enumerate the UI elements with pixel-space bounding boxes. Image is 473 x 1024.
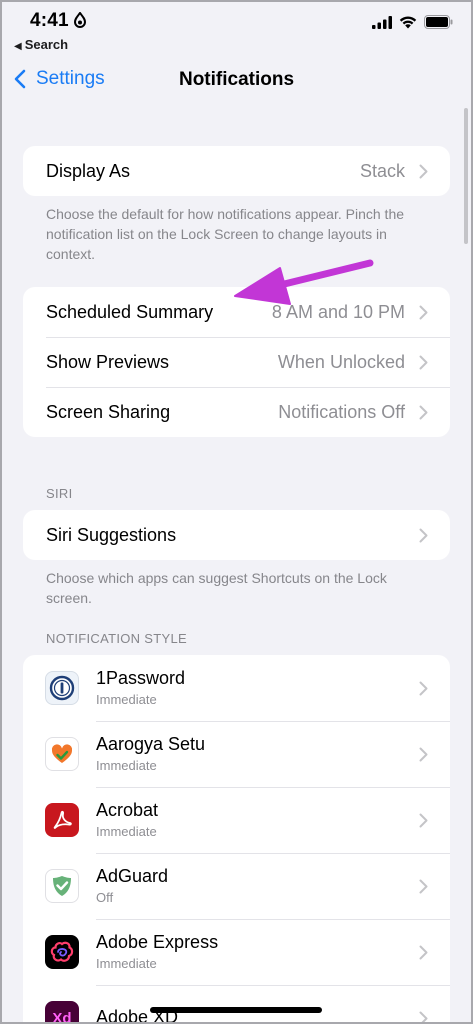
annotation-arrow bbox=[234, 259, 374, 305]
home-indicator[interactable] bbox=[150, 1007, 322, 1013]
